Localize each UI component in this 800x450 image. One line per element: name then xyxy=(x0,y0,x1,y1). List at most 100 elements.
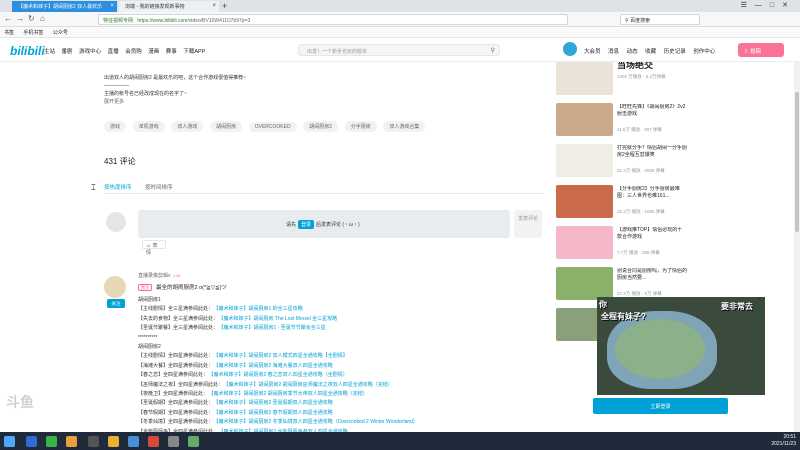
video-thumbnail[interactable] xyxy=(556,62,613,95)
follow-button[interactable]: 关注 xyxy=(107,299,125,308)
comment-video-link[interactable]: 【魔术和妹子】胡闹厨房2 圣诞假期双人四星全通攻略 xyxy=(216,400,333,406)
comment-video-link[interactable]: 【魔术和妹子】胡闹厨房1 - 圣诞节节聚会全三星 xyxy=(221,325,326,331)
recommend-title[interactable]: 打完就分手？情侣胡闹一分手厨房2全程互怼爆笑 xyxy=(617,145,687,159)
folder-icon[interactable] xyxy=(66,436,77,447)
nav-dynamics[interactable]: 动态 xyxy=(627,49,638,55)
comment-line-label: 【圣诞节聚餐】全三星满参阅此处： xyxy=(138,325,219,332)
back-icon[interactable]: ← xyxy=(4,14,12,23)
tag[interactable]: 双人游戏合集 xyxy=(383,121,426,132)
bookmark-item[interactable]: 公众号 xyxy=(53,30,68,36)
recommend-title[interactable]: 别说合同是厨房吗，为了情侣的厨房当然要... xyxy=(617,268,687,282)
avatar[interactable] xyxy=(104,276,126,298)
nav-item[interactable]: 会员购 xyxy=(125,49,142,55)
home-icon[interactable]: ⌂ xyxy=(40,14,45,23)
recommend-title[interactable]: 当场绝交 xyxy=(617,62,687,69)
video-thumbnail[interactable] xyxy=(556,267,613,300)
app-icon[interactable] xyxy=(168,436,179,447)
site-search-input[interactable]: 出发！一个新手也玩的版本 ⚲ xyxy=(298,44,500,56)
app-icon[interactable] xyxy=(26,436,37,447)
nav-creator[interactable]: 创作中心 xyxy=(693,49,715,55)
pinned-badge: 置顶 xyxy=(138,284,152,291)
app-icon[interactable] xyxy=(148,436,159,447)
expand-link[interactable]: 展开更多 xyxy=(104,98,504,106)
recommend-item[interactable]: 【分手厨房2】分手厨房最难图：三人世界也难161... 15.3万 播放 · 10… xyxy=(556,185,792,218)
nav-item[interactable]: 游戏中心 xyxy=(79,49,101,55)
recommend-item[interactable]: 【游戏推TOP】情侣必玩的十款合作游戏 7.7万 播放 · 358 弹幕 xyxy=(556,226,792,259)
recommend-item[interactable]: 【旺旺先锋】《胡闹厨房2》2v2 射击游戏 11.6万 播放 · 307 弹幕 xyxy=(556,103,792,136)
video-thumbnail[interactable] xyxy=(556,226,613,259)
tag[interactable]: OVERCOOKED xyxy=(248,122,297,132)
video-thumbnail[interactable] xyxy=(556,103,613,136)
comment-video-link[interactable]: 【魔术和妹子】胡闹厨房2 冬季仙境双人四星全通攻略（Overcooked 2 W… xyxy=(216,419,418,425)
system-clock[interactable]: 20:51 2021/11/23 xyxy=(771,434,796,448)
comment-video-link[interactable]: 【魔术和妹子】胡闹厨房2 双人模式四星全通攻略【全剧情】 xyxy=(216,353,348,359)
post-comment-button[interactable]: 发表评论 xyxy=(514,210,542,238)
nav-item[interactable]: 漫画 xyxy=(148,49,159,55)
forward-icon[interactable]: → xyxy=(16,14,24,23)
browser-tab[interactable]: 浏端 - 我的链接发现新事物 × xyxy=(119,1,219,12)
bookmark-item[interactable]: 书签 xyxy=(4,30,14,36)
close-icon[interactable]: × xyxy=(757,296,761,303)
tag[interactable]: 分手厨房 xyxy=(344,121,377,132)
wechat-icon[interactable] xyxy=(46,436,57,447)
app-icon[interactable] xyxy=(128,436,139,447)
video-thumbnail[interactable] xyxy=(556,144,613,177)
comment-video-link[interactable]: 【魔术和妹子】胡闹厨房2 春之恋双人四星全通攻略（全剧情） xyxy=(211,372,348,378)
comment-video-link[interactable]: 【魔术和妹子】胡闹厨房2 海滩大餐双人四星全通攻略 xyxy=(216,363,333,369)
nav-messages[interactable]: 消息 xyxy=(608,49,619,55)
recommend-item[interactable]: 当场绝交 1402 万播放 · 6.2万弹幕 xyxy=(556,62,792,95)
video-thumbnail[interactable] xyxy=(556,185,613,218)
window-controls[interactable]: ☰—□✕ xyxy=(741,1,796,9)
nav-item[interactable]: 直播 xyxy=(108,49,119,55)
close-icon[interactable]: × xyxy=(212,3,216,9)
nav-vip[interactable]: 大会员 xyxy=(584,49,601,55)
comment-video-link[interactable]: 【魔术和妹子】胡闹厨房2 春节假期双人四星全通攻略 xyxy=(216,410,333,416)
comment-video-link[interactable]: 【魔术和妹子】胡闹厨房1 的全三星攻略 xyxy=(216,306,303,312)
app-icon[interactable] xyxy=(188,436,199,447)
upload-button[interactable]: ⇧ 投稿 xyxy=(738,43,784,57)
page-scrollbar[interactable] xyxy=(794,62,800,432)
nav-item[interactable]: 主站 xyxy=(44,49,55,55)
mini-video-player[interactable]: 你 全程有妹子? 要非常去 xyxy=(597,297,765,395)
comment-video-link[interactable]: 【魔术和妹子】胡闹厨房2 胡闹厨房巫师魔法之夜双人四星全通攻略（完结） xyxy=(226,382,393,388)
nav-item[interactable]: 番剧 xyxy=(62,49,73,55)
nav-favorites[interactable]: 收藏 xyxy=(645,49,656,55)
tag[interactable]: 双人游戏 xyxy=(171,121,204,132)
bilibili-logo[interactable]: bilibili xyxy=(10,44,45,58)
windows-start-icon[interactable] xyxy=(4,436,15,447)
search-icon[interactable]: ⚲ xyxy=(491,47,495,54)
recommend-title[interactable]: 【旺旺先锋】《胡闹厨房2》2v2 射击游戏 xyxy=(617,104,687,118)
tag[interactable]: 游戏 xyxy=(104,121,127,132)
sort-time-tab[interactable]: 按时间排序 xyxy=(145,185,173,191)
login-button[interactable]: 登录 xyxy=(298,220,315,229)
browser-search-input[interactable]: ⚲ 百度搜索 xyxy=(620,14,700,25)
browser-tab-active[interactable]: 【魔术和妹子】胡闹厨房2 双人最欢乐 × xyxy=(12,1,117,12)
app-icon[interactable] xyxy=(88,436,99,447)
emoji-button[interactable]: ☺ 表情 xyxy=(142,240,166,256)
new-tab-button[interactable]: + xyxy=(222,1,227,11)
tag[interactable]: 胡闹厨房 xyxy=(210,121,243,132)
refresh-icon[interactable]: ↻ xyxy=(28,14,35,23)
comment-video-link[interactable]: 【魔术和妹子】胡闹厨房 The Lost Morsel 全三星攻略 xyxy=(221,316,337,322)
comment-username[interactable]: 直播录像剪辑v LV6 xyxy=(138,272,180,279)
comment-video-link[interactable]: 【魔术和妹子】胡闹厨房2 胡闹厨房季节大帝双人四星全通攻略（完结） xyxy=(211,391,368,397)
sort-hot-tab[interactable]: 按热度排序 xyxy=(104,185,132,191)
mini-player-login-button[interactable]: 立即登录 xyxy=(593,398,728,414)
url-input[interactable]: 特征视频专网 https://www.bilibili.com/video/BV… xyxy=(98,14,568,25)
app-icon[interactable] xyxy=(108,436,119,447)
avatar xyxy=(106,212,126,232)
recommend-title[interactable]: 【分手厨房2】分手厨房最难图：三人世界也难161... xyxy=(617,186,687,200)
nav-item[interactable]: 赛事 xyxy=(166,49,177,55)
nav-history[interactable]: 历史记录 xyxy=(664,49,686,55)
tag[interactable]: 单机游戏 xyxy=(132,121,165,132)
recommend-item[interactable]: 打完就分手？情侣胡闹一分手厨房2全程互怼爆笑 31.3万 播放 · 2006 弹幕 xyxy=(556,144,792,177)
scroll-thumb[interactable] xyxy=(795,92,799,232)
tag[interactable]: 胡闹厨房2 xyxy=(303,121,339,132)
comment-input[interactable]: 请先 登录 后发表评论 (・ω・) xyxy=(138,210,510,238)
recommend-title[interactable]: 【游戏推TOP】情侣必玩的十款合作游戏 xyxy=(617,227,687,241)
user-avatar[interactable] xyxy=(563,42,577,56)
nav-item-download[interactable]: 下载APP xyxy=(183,49,205,55)
bookmark-item[interactable]: 手机书签 xyxy=(23,30,43,36)
close-icon[interactable]: × xyxy=(110,3,114,9)
username[interactable]: 直播录像剪辑v xyxy=(138,273,171,279)
